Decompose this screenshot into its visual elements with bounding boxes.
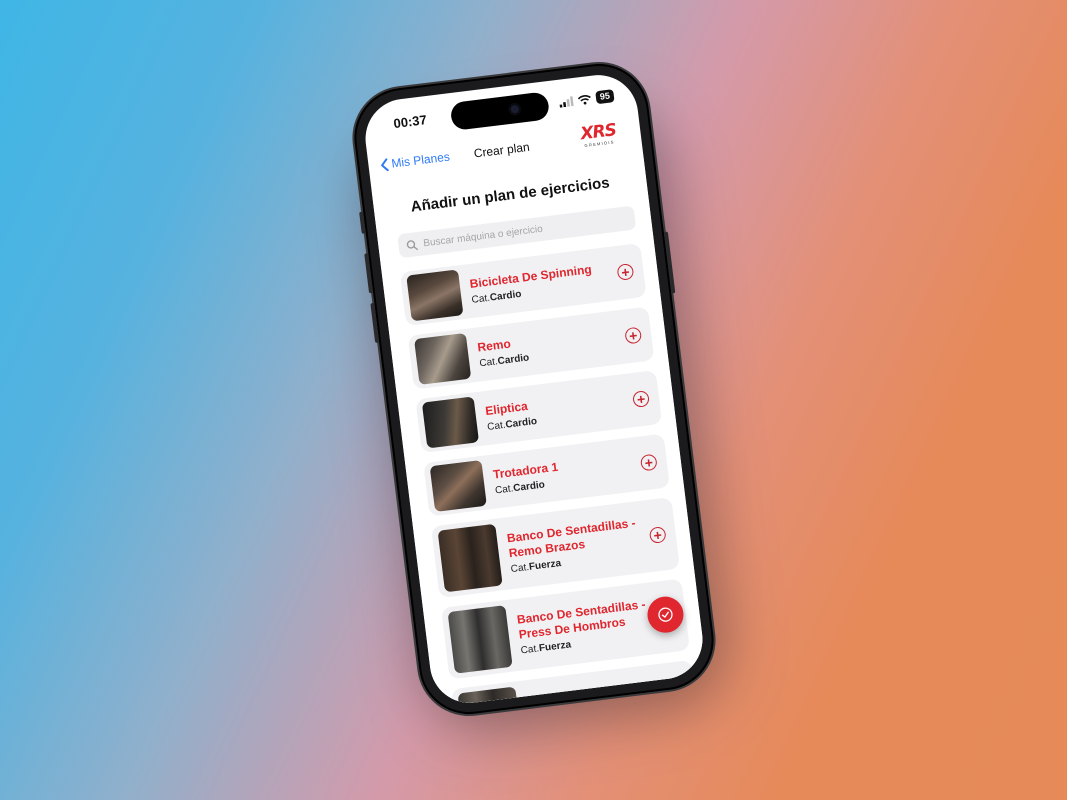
- background: 00:37 95 Mis Planes Crear plan XRS GREMI…: [0, 0, 1067, 800]
- exercise-thumbnail: [447, 605, 513, 674]
- chevron-left-icon: [381, 157, 389, 171]
- search-icon: [406, 239, 418, 250]
- exercise-category-value: Fuerza: [528, 558, 562, 573]
- add-exercise-button[interactable]: +: [639, 453, 658, 472]
- exercise-info: Bicicleta De Spinning Cat.Cardio: [459, 259, 619, 307]
- exercise-thumbnail: [406, 269, 464, 322]
- signal-icon: [559, 95, 574, 108]
- phone-side-button-left-3: [370, 302, 380, 344]
- exercise-info: Banco De Sentadillas - Press De Hombros …: [506, 596, 662, 658]
- search-input[interactable]: [422, 213, 623, 249]
- add-exercise-button[interactable]: +: [632, 390, 650, 408]
- phone-side-button-left-1: [359, 211, 366, 234]
- back-button-label: Mis Planes: [390, 149, 451, 171]
- exercise-info: Eliptica Cat.Cardio: [474, 386, 634, 434]
- battery-indicator: 95: [595, 89, 615, 105]
- exercise-category-value: Fuerza: [538, 639, 572, 655]
- back-button[interactable]: Mis Planes: [380, 150, 451, 172]
- add-exercise-button[interactable]: +: [616, 263, 635, 281]
- add-exercise-button[interactable]: +: [624, 326, 643, 345]
- exercise-category-prefix: Cat.: [510, 561, 530, 576]
- exercise-thumbnail: [457, 686, 523, 708]
- exercise-info: Trotadora 1 Cat.Cardio: [482, 449, 642, 497]
- exercise-category-prefix: Cat.: [520, 643, 540, 657]
- exercise-category-prefix: Cat.: [471, 292, 491, 306]
- nav-title: Crear plan: [473, 139, 531, 161]
- status-icons: 95: [558, 89, 615, 109]
- dynamic-island: [449, 91, 551, 131]
- exercise-category-value: Cardio: [497, 351, 530, 367]
- app-screen: 00:37 95 Mis Planes Crear plan XRS GREMI…: [360, 70, 708, 708]
- brand-logo: XRS GREMIOIS: [573, 120, 623, 149]
- exercise-category-value: Cardio: [504, 415, 538, 431]
- exercise-info: Banco De Sentadillas - Remo Brazos Cat.F…: [496, 514, 652, 576]
- exercise-info: Remo Cat.Cardio: [467, 322, 627, 370]
- exercise-category-prefix: Cat.: [494, 482, 514, 496]
- exercise-thumbnail: [421, 396, 480, 449]
- exercise-thumbnail: [429, 459, 487, 512]
- exercise-list: Bicicleta De Spinning Cat.Cardio + Remo …: [399, 242, 701, 708]
- exercise-category-value: Cardio: [512, 478, 546, 494]
- wifi-icon: [577, 94, 591, 105]
- check-circle-icon: [658, 607, 673, 622]
- main-content: Añadir un plan de ejercicios Bicicleta D…: [371, 157, 708, 708]
- exercise-category-prefix: Cat.: [486, 419, 507, 433]
- status-time: 00:37: [392, 112, 428, 132]
- exercise-category-prefix: Cat.: [478, 355, 499, 369]
- camera-icon: [508, 102, 522, 116]
- exercise-thumbnail: [414, 332, 472, 385]
- add-exercise-button[interactable]: +: [648, 526, 667, 544]
- exercise-category-value: Cardio: [489, 288, 522, 304]
- exercise-thumbnail: [437, 523, 503, 593]
- phone-side-button-left-2: [364, 253, 374, 294]
